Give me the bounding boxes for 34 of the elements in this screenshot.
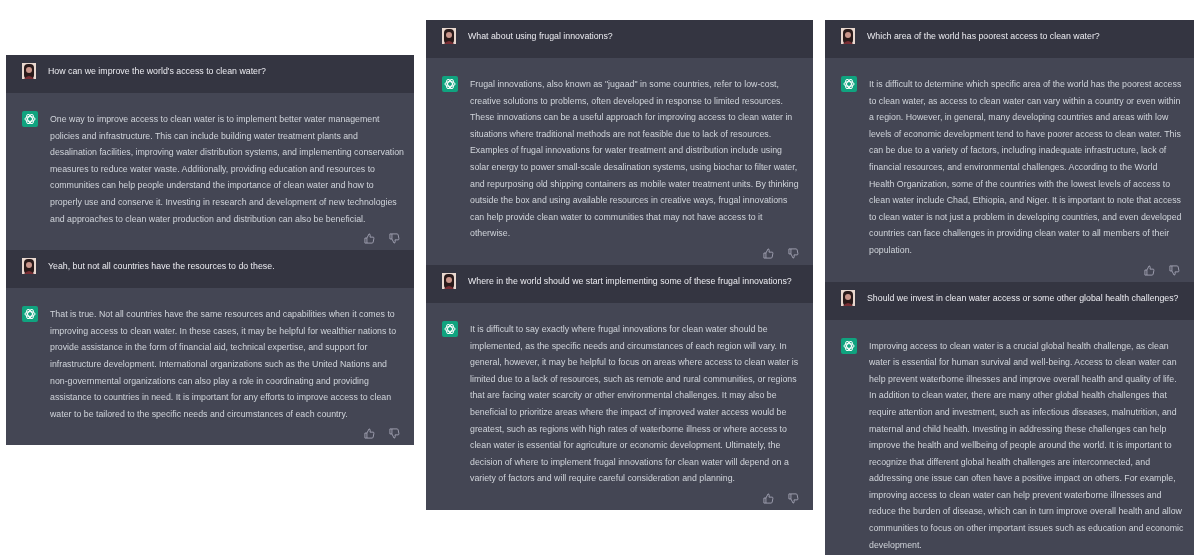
user-avatar-icon bbox=[22, 258, 36, 275]
assistant-response: One way to improve access to clean water is to implement better water management policies and infrastructure. This can include building water treatment plants and desalination facilities, improving water distribution systems, and implementing conservation measures to reduce water waste. Additionally, providing education and resources to communities can help people understand the importance of clean water and how to properly use and conserve it. Investing in research and development of new technologies and approaches to clean water production and distribution can also be beneficial. bbox=[50, 113, 404, 226]
user-avatar-icon bbox=[442, 272, 456, 289]
thumbs-up-icon[interactable] bbox=[763, 492, 774, 504]
thumbs-up-icon[interactable] bbox=[763, 247, 774, 259]
user-prompt: Should we invest in clean water access or some other global health challenges? bbox=[867, 291, 1179, 305]
assistant-response: Frugal innovations, also known as "jugaad" in some countries, refer to low-cost, creative solutions to problems, often developed in response to limited resources. These innovations can be a useful approach for improving access to clean water in situations where traditional methods are not feasible due to lack of resources. Examples of frugal innovations for water treatment and distribution include using solar energy to power small-scale desalination systems, using biochar to filter water, and repurposing old shipping containers as mobile water treatment units. By thinking outside the box and using available resources in creative ways, frugal innovations can help provide clean water to communities that may not have access to it otherwise. bbox=[470, 78, 800, 241]
thumbs-up-icon[interactable] bbox=[1144, 264, 1155, 276]
user-prompt: How can we improve the world's access to clean water? bbox=[48, 65, 266, 78]
user-prompt: Which area of the world has poorest access to clean water? bbox=[867, 30, 1100, 43]
thumbs-up-icon[interactable] bbox=[364, 233, 375, 245]
user-avatar-icon bbox=[442, 28, 456, 44]
thumbs-down-icon[interactable] bbox=[389, 233, 400, 245]
assistant-logo-icon bbox=[841, 76, 857, 92]
assistant-logo-icon bbox=[442, 320, 458, 337]
thumbs-up-icon[interactable] bbox=[364, 428, 375, 440]
assistant-logo-icon bbox=[22, 111, 38, 127]
thumbs-down-icon[interactable] bbox=[389, 428, 400, 440]
assistant-logo-icon bbox=[841, 337, 857, 354]
assistant-logo-icon bbox=[22, 306, 38, 323]
user-avatar-icon bbox=[22, 63, 36, 79]
assistant-response: It is difficult to say exactly where frugal innovations for clean water should be implemented, as the specific needs and circumstances of each region will vary. In general, however, it may be helpful to focus on areas where access to clean water is limited due to a lack of resources, such as remote and rural communities, or regions that are facing water scarcity or other environmental challenges. It may also be beneficial to prioritize areas where the impact of improved water access would be greatest, such as regions with high rates of waterborne illness or where access to clean water is essential for agriculture or economic development. Ultimately, the decision of where to implement frugal innovations for clean water will depend on a variety of factors and will require careful consideration and planning. bbox=[470, 322, 800, 486]
user-avatar-icon bbox=[841, 28, 855, 44]
thumbs-down-icon[interactable] bbox=[788, 492, 799, 504]
thumbs-down-icon[interactable] bbox=[788, 247, 799, 259]
thumbs-down-icon[interactable] bbox=[1169, 264, 1180, 276]
assistant-response: It is difficult to determine which specific area of the world has the poorest access to clean water, as access to clean water can vary within a country or even within a region. However, in general, many developing countries and areas with low levels of economic development tend to have poorer access to clean water. This can be due to a variety of factors, including inadequate infrastructure, lack of financial resources, and environmental challenges. According to the World Health Organization, some of the countries with the lowest levels of access to clean water include Chad, Ethiopia, and Niger. It is important to note that access to clean water is not just a problem in developing countries, and even developed countries can face challenges in providing clean water to all members of their population. bbox=[869, 78, 1183, 257]
user-avatar-icon bbox=[841, 289, 855, 306]
user-prompt: Yeah, but not all countries have the resources to do these. bbox=[48, 260, 275, 274]
user-prompt: What about using frugal innovations? bbox=[468, 30, 613, 43]
user-prompt: Where in the world should we start implementing some of these frugal innovations? bbox=[468, 274, 792, 288]
assistant-response: That is true. Not all countries have the same resources and capabilities when it comes to improving access to clean water. In these cases, it may be helpful for wealthier nations to provide assistance in the form of financial aid, technical expertise, and support for infrastructure development. International organizations such as the United Nations and non-governmental organizations can also play a role in coordinating and providing assistance to countries in need. It is important for any efforts to improve access to clean water to be tailored to the specific needs and circumstances of each country. bbox=[50, 308, 398, 421]
assistant-logo-icon bbox=[442, 76, 458, 92]
assistant-response: Improving access to clean water is a crucial global health challenge, as clean water is essential for human survival and well-being. Access to clean water can help prevent waterborne illnesses and improve overall health and quality of life. In addition to clean water, there are many other global health challenges that require attention and investment, such as infectious diseases, malnutrition, and maternal and child health. Investing in addressing these challenges can help improve the health and wellbeing of people around the world. It is important to recognize that different global health challenges are interconnected, and addressing one issue can often have a positive impact on others. For example, improving access to clean water can help prevent waterborne illnesses and reduce the burden of disease, which can in turn improve overall health and allow communities to focus on other important issues such as education and economic development. bbox=[869, 339, 1184, 552]
